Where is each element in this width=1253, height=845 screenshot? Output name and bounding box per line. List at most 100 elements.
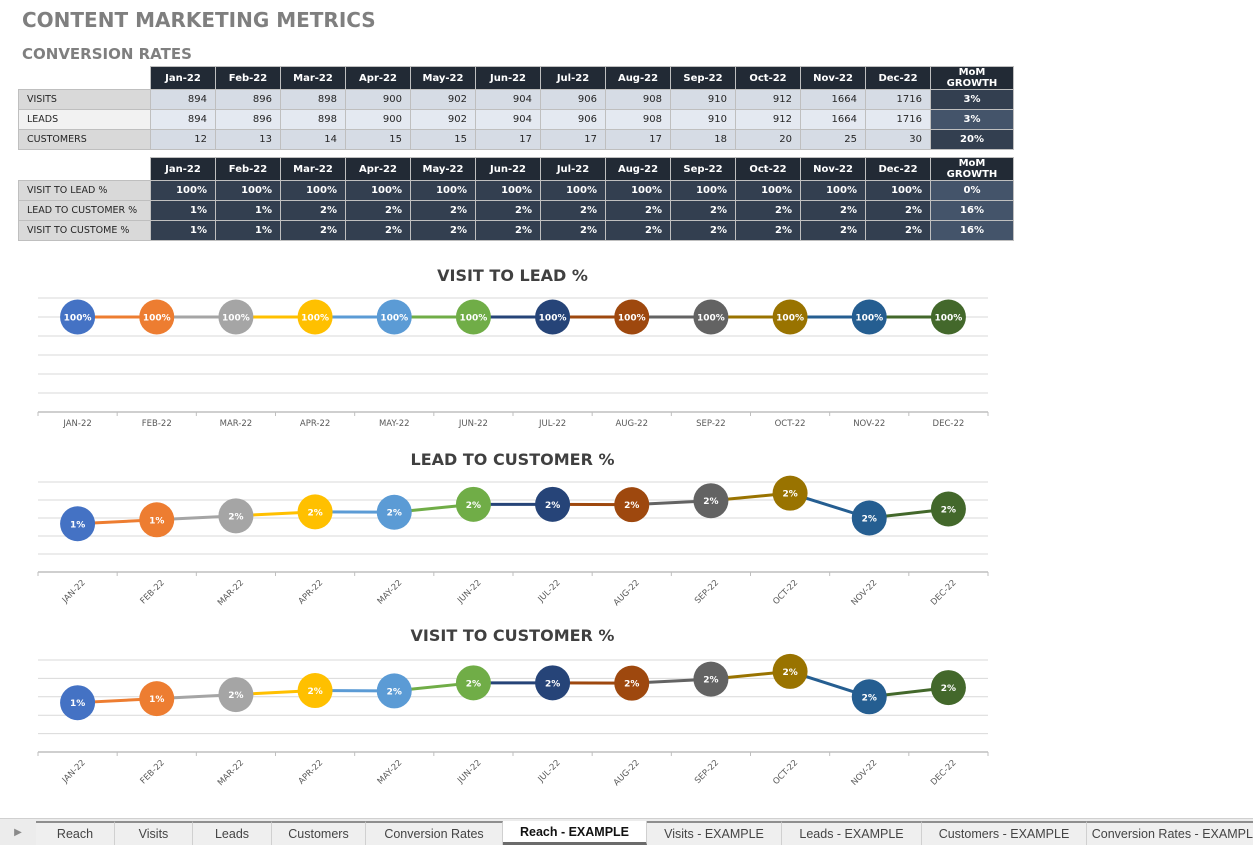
table-cell[interactable]: 2%	[670, 200, 736, 221]
table-cell[interactable]: 898	[280, 109, 346, 130]
table-cell[interactable]: 2%	[475, 220, 541, 241]
play-right-icon[interactable]: ▶	[0, 819, 36, 845]
table-cell[interactable]: 1%	[215, 220, 281, 241]
table-cell[interactable]: 904	[475, 109, 541, 130]
table-cell[interactable]: 2%	[670, 220, 736, 241]
sheet-tab[interactable]: Leads	[193, 821, 272, 845]
sheet-tab[interactable]: Customers - EXAMPLE	[922, 821, 1087, 845]
table-cell[interactable]: 898	[280, 89, 346, 110]
table-cell[interactable]: 2%	[735, 220, 801, 241]
row-label[interactable]: VISITS	[18, 89, 151, 110]
table-cell[interactable]: 100%	[540, 180, 606, 201]
sheet-tab[interactable]: Conversion Rates	[366, 821, 503, 845]
row-label[interactable]: LEAD TO CUSTOMER %	[18, 200, 151, 221]
table-cell[interactable]: 908	[605, 89, 671, 110]
table-cell[interactable]: 100%	[800, 180, 866, 201]
table-cell[interactable]: 17	[540, 129, 606, 150]
table-cell[interactable]: 894	[150, 109, 216, 130]
table-cell[interactable]: 1716	[865, 109, 931, 130]
table-cell[interactable]: 1%	[215, 200, 281, 221]
table-cell[interactable]: 2%	[800, 200, 866, 221]
table-cell[interactable]: 1664	[800, 109, 866, 130]
table-cell[interactable]: 100%	[605, 180, 671, 201]
sheet-tab[interactable]: Reach	[36, 821, 115, 845]
visit-to-customer-chart[interactable]: VISIT TO CUSTOMER % 1% 1% 2% 2% 2% 2% 2% 2% 2% 2%…	[0, 622, 1010, 797]
table-cell[interactable]: 15	[410, 129, 476, 150]
table-cell[interactable]: 896	[215, 89, 281, 110]
growth-cell[interactable]: 3%	[930, 109, 1014, 130]
table-cell[interactable]: 100%	[670, 180, 736, 201]
data-label: 100%	[697, 314, 725, 324]
table-cell[interactable]: 906	[540, 109, 606, 130]
table-cell[interactable]: 14	[280, 129, 346, 150]
table-cell[interactable]: 100%	[215, 180, 281, 201]
table-cell[interactable]: 100%	[410, 180, 476, 201]
table-cell[interactable]: 100%	[345, 180, 411, 201]
sheet-tab[interactable]: Leads - EXAMPLE	[782, 821, 922, 845]
table-cell[interactable]: 912	[735, 109, 801, 130]
lead-to-customer-chart[interactable]: LEAD TO CUSTOMER % 1% 1% 2% 2% 2% 2% 2% 2% 2% 2% 2…	[0, 445, 1010, 615]
growth-cell[interactable]: 3%	[930, 89, 1014, 110]
table-cell[interactable]: 17	[605, 129, 671, 150]
table-cell[interactable]: 2%	[280, 200, 346, 221]
x-tick-label: MAY-22	[376, 758, 405, 787]
table-cell[interactable]: 900	[345, 89, 411, 110]
row-label[interactable]: VISIT TO LEAD %	[18, 180, 151, 201]
table-cell[interactable]: 100%	[865, 180, 931, 201]
table-cell[interactable]: 912	[735, 89, 801, 110]
table-cell[interactable]: 902	[410, 89, 476, 110]
table-cell[interactable]: 2%	[475, 200, 541, 221]
table-cell[interactable]: 13	[215, 129, 281, 150]
table-cell[interactable]: 2%	[345, 200, 411, 221]
growth-cell[interactable]: 0%	[930, 180, 1014, 201]
table-cell[interactable]: 906	[540, 89, 606, 110]
growth-cell[interactable]: 20%	[930, 129, 1014, 150]
table-cell[interactable]: 2%	[865, 200, 931, 221]
sheet-tab[interactable]: Customers	[272, 821, 366, 845]
table-cell[interactable]: 2%	[280, 220, 346, 241]
table-cell[interactable]: 20	[735, 129, 801, 150]
table-cell[interactable]: 100%	[475, 180, 541, 201]
table-cell[interactable]: 15	[345, 129, 411, 150]
table-cell[interactable]: 1664	[800, 89, 866, 110]
table-cell[interactable]: 2%	[410, 220, 476, 241]
row-label[interactable]: LEADS	[18, 109, 151, 130]
table-cell[interactable]: 2%	[605, 220, 671, 241]
sheet-tab[interactable]: Visits - EXAMPLE	[647, 821, 782, 845]
table-cell[interactable]: 902	[410, 109, 476, 130]
growth-cell[interactable]: 16%	[930, 200, 1014, 221]
table-cell[interactable]: 894	[150, 89, 216, 110]
sheet-tab[interactable]: Visits	[115, 821, 193, 845]
table-cell[interactable]: 2%	[865, 220, 931, 241]
table-cell[interactable]: 100%	[735, 180, 801, 201]
table-cell[interactable]: 1716	[865, 89, 931, 110]
table-cell[interactable]: 17	[475, 129, 541, 150]
table-cell[interactable]: 910	[670, 89, 736, 110]
row-label[interactable]: VISIT TO CUSTOME %	[18, 220, 151, 241]
table-cell[interactable]: 2%	[540, 200, 606, 221]
table-cell[interactable]: 2%	[410, 200, 476, 221]
table-cell[interactable]: 900	[345, 109, 411, 130]
sheet-tab[interactable]: Reach - EXAMPLE	[503, 821, 647, 845]
table-cell[interactable]: 896	[215, 109, 281, 130]
table-cell[interactable]: 30	[865, 129, 931, 150]
sheet-tab[interactable]: Conversion Rates - EXAMPLE	[1087, 821, 1253, 845]
table-cell[interactable]: 908	[605, 109, 671, 130]
growth-cell[interactable]: 16%	[930, 220, 1014, 241]
table-cell[interactable]: 18	[670, 129, 736, 150]
table-cell[interactable]: 2%	[735, 200, 801, 221]
table-cell[interactable]: 1%	[150, 200, 216, 221]
table-cell[interactable]: 100%	[280, 180, 346, 201]
visit-to-lead-chart[interactable]: VISIT TO LEAD % 100% 100% 100% 100% 100% 100%…	[0, 260, 1010, 440]
table-cell[interactable]: 1%	[150, 220, 216, 241]
table-cell[interactable]: 904	[475, 89, 541, 110]
table-cell[interactable]: 2%	[605, 200, 671, 221]
row-label[interactable]: CUSTOMERS	[18, 129, 151, 150]
table-cell[interactable]: 910	[670, 109, 736, 130]
table-cell[interactable]: 2%	[540, 220, 606, 241]
table-cell[interactable]: 100%	[150, 180, 216, 201]
table-cell[interactable]: 2%	[345, 220, 411, 241]
table-cell[interactable]: 12	[150, 129, 216, 150]
table-cell[interactable]: 2%	[800, 220, 866, 241]
table-cell[interactable]: 25	[800, 129, 866, 150]
